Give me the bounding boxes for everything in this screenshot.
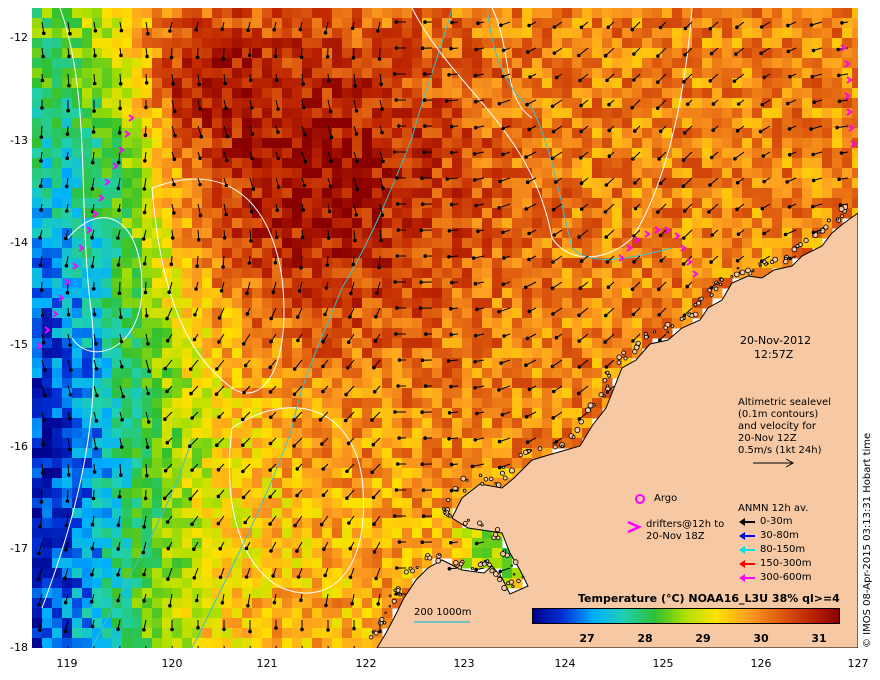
anmn-legend-label: 30-80m xyxy=(760,530,799,541)
colorbar-tick: 27 xyxy=(579,632,595,645)
anmn-legend-label: 150-300m xyxy=(760,558,812,569)
lat-tick: -15 xyxy=(10,338,28,351)
argo-label: Argo xyxy=(654,493,678,504)
argo-marker-icon xyxy=(635,494,645,504)
date-label: 20-Nov-2012 xyxy=(740,334,812,347)
lon-tick: 124 xyxy=(554,657,576,670)
arrow-icon xyxy=(739,546,755,554)
isobath-label: 200 1000m xyxy=(414,607,472,618)
altimetry-note: 0.5m/s (1kt 24h) xyxy=(738,445,822,456)
anmn-legend-label: 0-30m xyxy=(760,516,793,527)
lat-tick: -17 xyxy=(10,542,28,555)
colorbar-tick: 29 xyxy=(695,632,711,645)
lon-tick: 127 xyxy=(847,657,869,670)
lat-tick: -18 xyxy=(10,641,28,654)
drifter-marker-icon xyxy=(627,520,642,534)
arrow-icon xyxy=(739,560,755,568)
anmn-legend-item: 150-300m xyxy=(738,558,812,570)
time-label: 12:57Z xyxy=(754,348,794,361)
colorbar-title: Temperature (°C) NOAA16_L3U 38% ql>=4 xyxy=(578,592,840,605)
arrow-icon xyxy=(739,574,755,582)
lat-tick: -16 xyxy=(10,440,28,453)
colorbar-tick: 28 xyxy=(637,632,653,645)
arrow-icon xyxy=(739,518,755,526)
lon-tick: 119 xyxy=(56,657,78,670)
lat-tick: -13 xyxy=(10,134,28,147)
lon-tick: 123 xyxy=(453,657,475,670)
anmn-legend-item: 80-150m xyxy=(738,544,805,556)
anmn-legend-title: ANMN 12h av. xyxy=(738,503,809,514)
lon-tick: 125 xyxy=(652,657,674,670)
anmn-legend-item: 300-600m xyxy=(738,572,812,584)
anmn-legend-label: 300-600m xyxy=(760,572,812,583)
credit-text: © IMOS 08-Apr-2015 03:13:31 Hobart time xyxy=(862,432,873,648)
lon-tick: 122 xyxy=(355,657,377,670)
lon-tick: 121 xyxy=(256,657,278,670)
sst-map-canvas xyxy=(32,8,858,648)
colorbar-tick: 30 xyxy=(753,632,769,645)
sst-map xyxy=(32,8,858,648)
colorbar xyxy=(532,608,840,624)
scale-arrow-icon xyxy=(753,458,795,468)
arrow-icon xyxy=(739,532,755,540)
lon-tick: 126 xyxy=(750,657,772,670)
anmn-legend-item: 0-30m xyxy=(738,516,792,528)
isobath-swatch xyxy=(414,621,470,623)
lat-tick: -14 xyxy=(10,236,28,249)
anmn-legend-label: 80-150m xyxy=(760,544,806,555)
drifters-label: 20-Nov 18Z xyxy=(646,531,705,542)
lat-tick: -12 xyxy=(10,31,28,44)
anmn-legend-item: 30-80m xyxy=(738,530,799,542)
lon-tick: 120 xyxy=(161,657,183,670)
colorbar-tick: 31 xyxy=(811,632,827,645)
